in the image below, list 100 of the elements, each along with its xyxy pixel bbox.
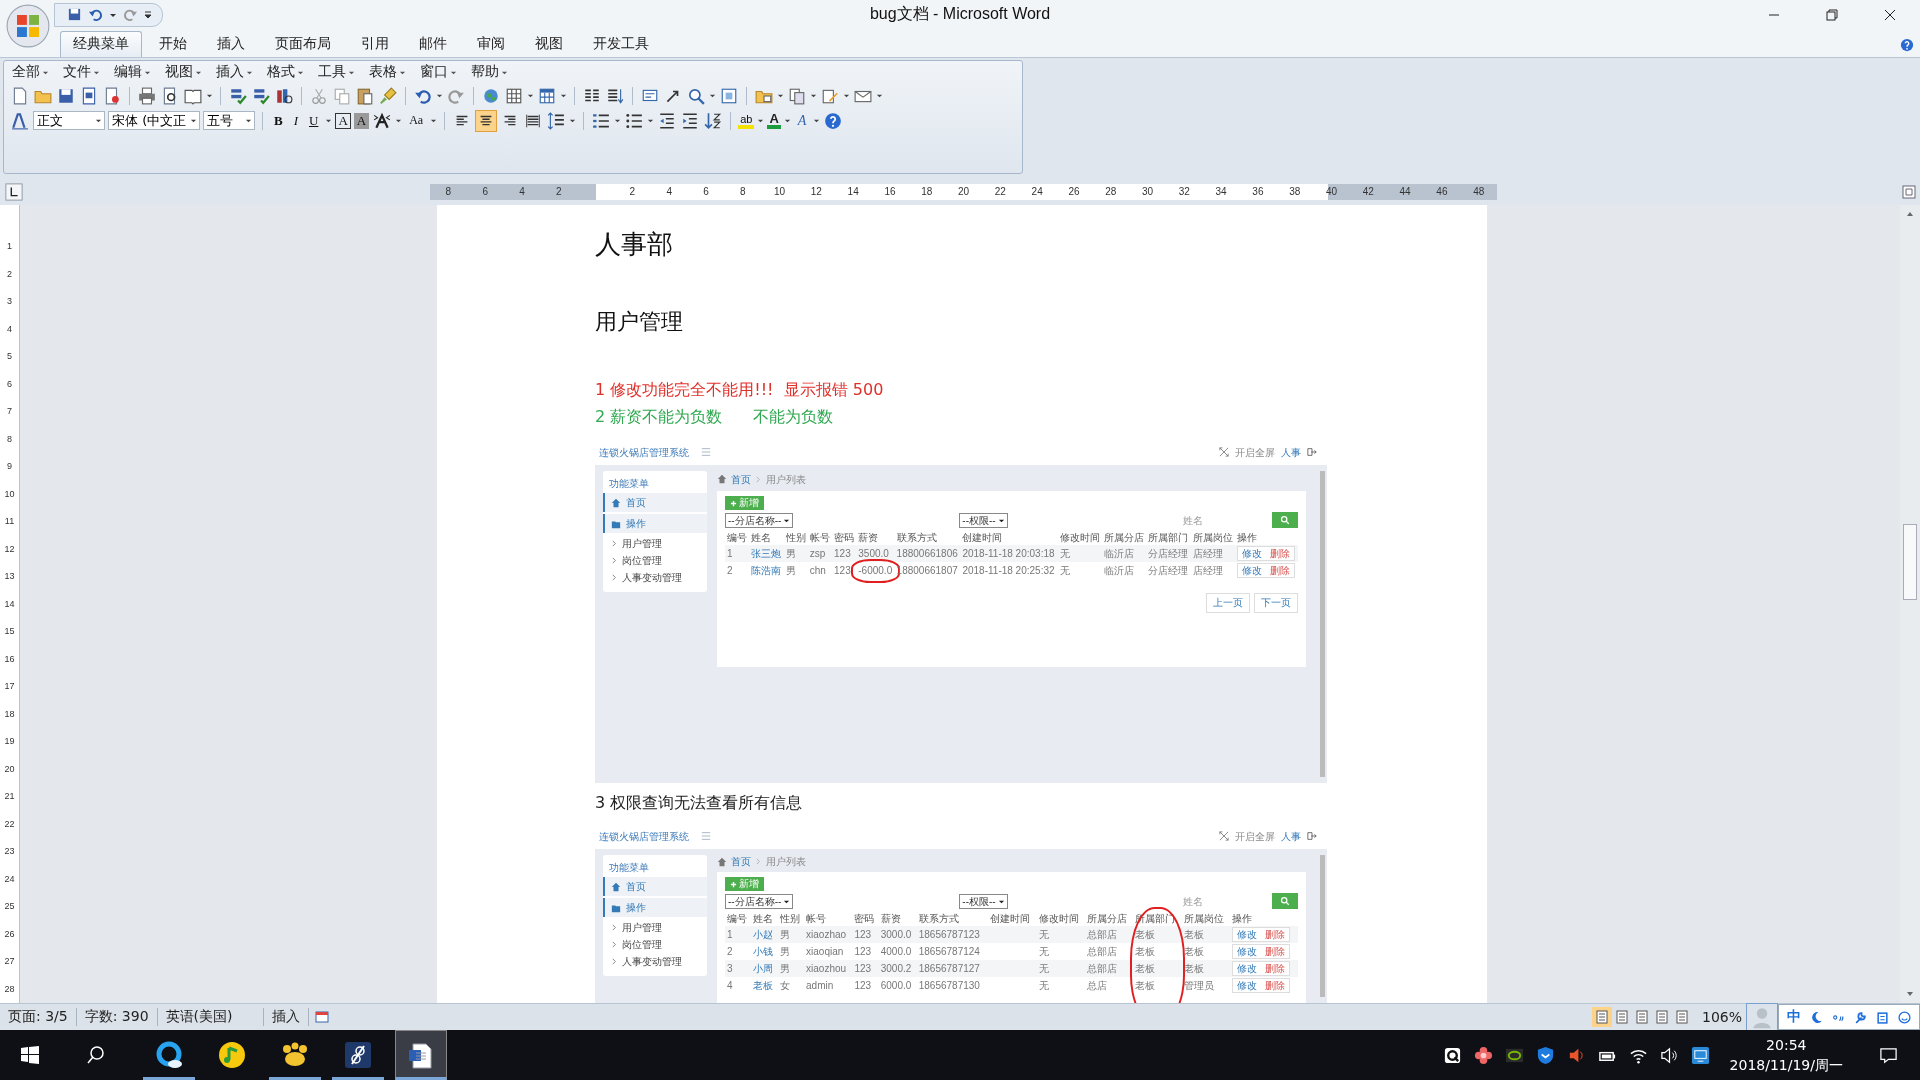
caret-icon[interactable]: [190, 117, 197, 125]
restore-icon[interactable]: [1826, 8, 1838, 21]
search-button[interactable]: [1272, 893, 1298, 909]
ribbon-tab[interactable]: 邮件: [406, 31, 460, 58]
expand-icon[interactable]: [1219, 447, 1229, 457]
ribbon-tab[interactable]: 审阅: [464, 31, 518, 58]
windows-icon[interactable]: [20, 1045, 40, 1065]
print-layout-icon[interactable]: [1591, 1007, 1612, 1027]
caret-icon[interactable]: [757, 117, 765, 125]
format-button[interactable]: I: [289, 112, 302, 129]
menu-item[interactable]: 全部: [8, 63, 53, 82]
caret-icon[interactable]: [560, 92, 567, 100]
delete-button[interactable]: 删除: [1260, 962, 1289, 975]
name-link[interactable]: 小赵: [753, 928, 774, 941]
submenu-item[interactable]: 人事变动管理: [603, 953, 707, 970]
format-button[interactable]: A: [353, 112, 370, 129]
line-spacing-icon[interactable]: [546, 110, 567, 131]
caret-icon[interactable]: [95, 117, 102, 125]
expand-icon[interactable]: [1219, 831, 1229, 841]
menu-item[interactable]: 首页: [603, 493, 707, 512]
edit-button[interactable]: 修改: [1238, 547, 1267, 560]
menu-item[interactable]: 格式: [263, 63, 308, 82]
menu-item[interactable]: 窗口: [416, 63, 461, 82]
caret-icon[interactable]: [647, 117, 655, 125]
network-app-icon[interactable]: [1690, 1045, 1710, 1065]
chevron-icon[interactable]: [611, 941, 618, 948]
format-button[interactable]: U: [305, 112, 323, 129]
caret-icon[interactable]: [614, 117, 622, 125]
clock-time[interactable]: 20:54: [1766, 1035, 1807, 1055]
permission-select[interactable]: --权限--: [959, 512, 1008, 528]
pager-button[interactable]: 上一页: [1206, 593, 1250, 613]
clipboard-icon[interactable]: [1876, 1010, 1889, 1024]
caret-icon[interactable]: [843, 92, 850, 100]
menu-item[interactable]: 编辑: [110, 63, 155, 82]
language-indicator[interactable]: 英语(美国): [157, 1008, 264, 1026]
word-count[interactable]: 字数: 390: [76, 1008, 158, 1026]
flower-icon[interactable]: [1473, 1045, 1493, 1065]
ime-mode[interactable]: 中: [1787, 1008, 1801, 1026]
wrench-icon[interactable]: [1854, 1010, 1867, 1024]
change-case-button[interactable]: Aa: [405, 113, 428, 129]
undo-icon[interactable]: [88, 7, 103, 23]
avatar-icon[interactable]: [1746, 1003, 1778, 1031]
fullscreen-link[interactable]: 开启全屏: [1235, 829, 1275, 843]
edit-button[interactable]: 修改: [1232, 962, 1261, 975]
caret-icon[interactable]: [709, 92, 716, 100]
scroll-thumb[interactable]: [1903, 524, 1917, 600]
name-link[interactable]: 小钱: [753, 945, 774, 958]
shield-icon[interactable]: [1535, 1045, 1555, 1065]
styles-icon[interactable]: [10, 110, 30, 131]
chevron-icon[interactable]: [611, 557, 618, 564]
notification-icon[interactable]: [1879, 1045, 1898, 1065]
menu-item[interactable]: 文件: [59, 63, 104, 82]
insert-mode[interactable]: 插入: [263, 1008, 309, 1026]
ribbon-tab[interactable]: 开始: [146, 31, 200, 58]
q-app-icon[interactable]: [1442, 1045, 1462, 1065]
ribbon-tab[interactable]: 视图: [522, 31, 576, 58]
submenu-item[interactable]: 用户管理: [603, 919, 707, 936]
delete-button[interactable]: 删除: [1260, 928, 1289, 941]
user-link[interactable]: 人事: [1281, 445, 1301, 459]
menu-item[interactable]: 工具: [314, 63, 359, 82]
search-button[interactable]: [1272, 512, 1298, 528]
permission-select[interactable]: --权限--: [959, 893, 1008, 909]
style-select[interactable]: 正文: [33, 111, 105, 131]
printer-icon[interactable]: [137, 85, 157, 106]
ribbon-tab[interactable]: 开发工具: [580, 31, 662, 58]
submenu-item[interactable]: 岗位管理: [603, 552, 707, 569]
caret-icon[interactable]: [876, 92, 883, 100]
help-icon[interactable]: [823, 110, 844, 131]
smiley-icon[interactable]: [1898, 1010, 1911, 1024]
align-center-icon[interactable]: [475, 109, 498, 132]
name-link[interactable]: 小周: [753, 962, 774, 975]
view-ruler-icon[interactable]: [1901, 184, 1917, 201]
menu-item[interactable]: 视图: [161, 63, 206, 82]
branch-select[interactable]: --分店名称--: [725, 512, 794, 528]
breadcrumb-link[interactable]: 首页: [731, 472, 751, 486]
tab-stop-icon[interactable]: [5, 183, 23, 202]
taskbar-app[interactable]: [395, 1030, 447, 1080]
menu-item[interactable]: 插入: [212, 63, 257, 82]
moon-icon[interactable]: [1810, 1010, 1823, 1024]
caret-icon[interactable]: [395, 117, 403, 125]
ribbon-tab[interactable]: 引用: [348, 31, 402, 58]
save-icon[interactable]: [67, 7, 82, 23]
submenu-item[interactable]: 用户管理: [603, 535, 707, 552]
edit-button[interactable]: 修改: [1232, 928, 1261, 941]
caret-icon[interactable]: [783, 117, 791, 125]
font-size-select[interactable]: 五号: [203, 111, 255, 131]
help-icon[interactable]: [1900, 37, 1914, 52]
chevron-icon[interactable]: [611, 574, 618, 581]
delete-button[interactable]: 删除: [1266, 547, 1295, 560]
menu-item[interactable]: 表格: [365, 63, 410, 82]
clock-date[interactable]: 2018/11/19/周一: [1729, 1055, 1843, 1075]
branch-select[interactable]: --分店名称--: [725, 893, 794, 909]
search-icon[interactable]: [86, 1045, 106, 1065]
scrollbar[interactable]: [1320, 855, 1325, 997]
menu-item[interactable]: 操作: [603, 898, 707, 917]
fullscreen-link[interactable]: 开启全屏: [1235, 445, 1275, 459]
pager-button[interactable]: 下一页: [1254, 593, 1298, 613]
format-button[interactable]: A: [335, 112, 351, 129]
submenu-item[interactable]: 岗位管理: [603, 936, 707, 953]
ribbon-tab[interactable]: 经典菜单: [60, 31, 142, 58]
